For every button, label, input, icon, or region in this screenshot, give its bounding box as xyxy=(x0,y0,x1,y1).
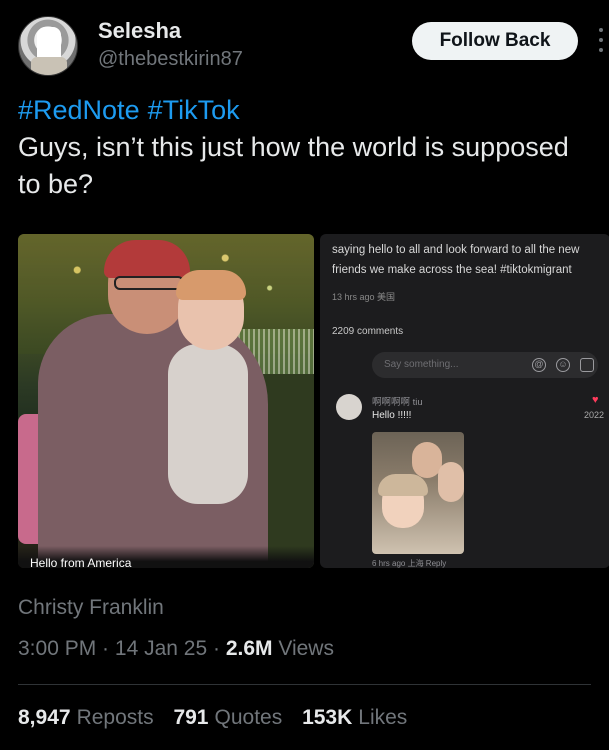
reposts-label: Reposts xyxy=(76,706,154,729)
quotes-label: Quotes xyxy=(214,706,283,729)
baby-body xyxy=(168,344,248,504)
avatar-base xyxy=(31,57,67,75)
photo-rednote-screenshot[interactable]: saying hello to all and look forward to … xyxy=(320,234,609,568)
glasses xyxy=(114,276,184,290)
quotes-count: 791 xyxy=(173,706,209,729)
separator: · xyxy=(207,637,226,660)
emoji-icon: ☺ xyxy=(556,358,570,372)
likes-count: 153K xyxy=(302,706,353,729)
author-name[interactable]: Selesha xyxy=(98,18,181,44)
media-grid: Hello from America saying hello to all a… xyxy=(16,232,609,572)
hashtag-line: #RedNote #TikTok xyxy=(18,92,588,129)
signature-text: Christy Franklin xyxy=(18,596,164,619)
divider xyxy=(18,684,591,685)
comment-input: Say something... @ ☺ xyxy=(372,352,598,378)
selfie-image xyxy=(372,432,464,554)
reposts-count: 8,947 xyxy=(18,706,71,729)
likes-label: Likes xyxy=(358,706,408,729)
post-text: saying hello to all and look forward to … xyxy=(332,244,580,276)
tweet-body: #RedNote #TikTok Guys, isn’t this just ho… xyxy=(18,92,588,203)
selfie-face-3 xyxy=(438,462,464,502)
baby-hair xyxy=(176,270,246,300)
commenter-avatar xyxy=(336,394,362,420)
red-beanie xyxy=(104,240,190,278)
comment-like-count: 2022 xyxy=(584,410,605,420)
reposts-stat[interactable]: 8,947 Reposts xyxy=(18,706,154,729)
separator: · xyxy=(96,637,115,660)
photo-family[interactable]: Hello from America xyxy=(18,234,314,568)
photo-caption-text: Hello from America xyxy=(30,556,132,568)
avatar[interactable] xyxy=(18,16,78,76)
photo-caption: Hello from America xyxy=(18,546,314,568)
selfie-baby-hat xyxy=(378,474,428,496)
author-handle[interactable]: @thebestkirin87 xyxy=(98,48,243,71)
more-options-icon[interactable] xyxy=(598,28,604,56)
at-icon: @ xyxy=(532,358,546,372)
comment-input-placeholder: Say something... xyxy=(384,359,459,370)
comment-text: Hello !!!!! xyxy=(372,410,412,421)
views-label: Views xyxy=(272,637,334,660)
comments-count: 2209 comments xyxy=(332,326,404,337)
hashtag-tiktok[interactable]: #TikTok xyxy=(148,95,240,125)
image-icon xyxy=(580,358,594,372)
tweet-timestamp: 3:00 PM · 14 Jan 25 · 2.6M Views xyxy=(18,637,334,661)
likes-stat[interactable]: 153K Likes xyxy=(302,706,407,729)
avatar-figure xyxy=(37,27,61,61)
hashtag-rednote[interactable]: #RedNote xyxy=(18,95,140,125)
tweet-header: Selesha @thebestkirin87 Follow Back xyxy=(16,14,603,80)
tweet-text: Guys, isn’t this just how the world is s… xyxy=(18,132,569,199)
engagement-stats: 8,947 Reposts 791 Quotes 153K Likes xyxy=(18,706,421,730)
quotes-stat[interactable]: 791 Quotes xyxy=(173,706,282,729)
post-meta: 13 hrs ago 美国 xyxy=(332,292,396,302)
tweet-date[interactable]: 14 Jan 25 xyxy=(115,637,207,660)
tweet-time[interactable]: 3:00 PM xyxy=(18,637,96,660)
heart-icon: ♥ xyxy=(592,394,599,406)
follow-back-button[interactable]: Follow Back xyxy=(412,22,578,60)
views-count: 2.6M xyxy=(225,637,273,660)
commenter-name: 啊啊啊啊 tiu xyxy=(372,397,423,408)
reply-meta: 6 hrs ago 上海 Reply xyxy=(372,559,447,568)
